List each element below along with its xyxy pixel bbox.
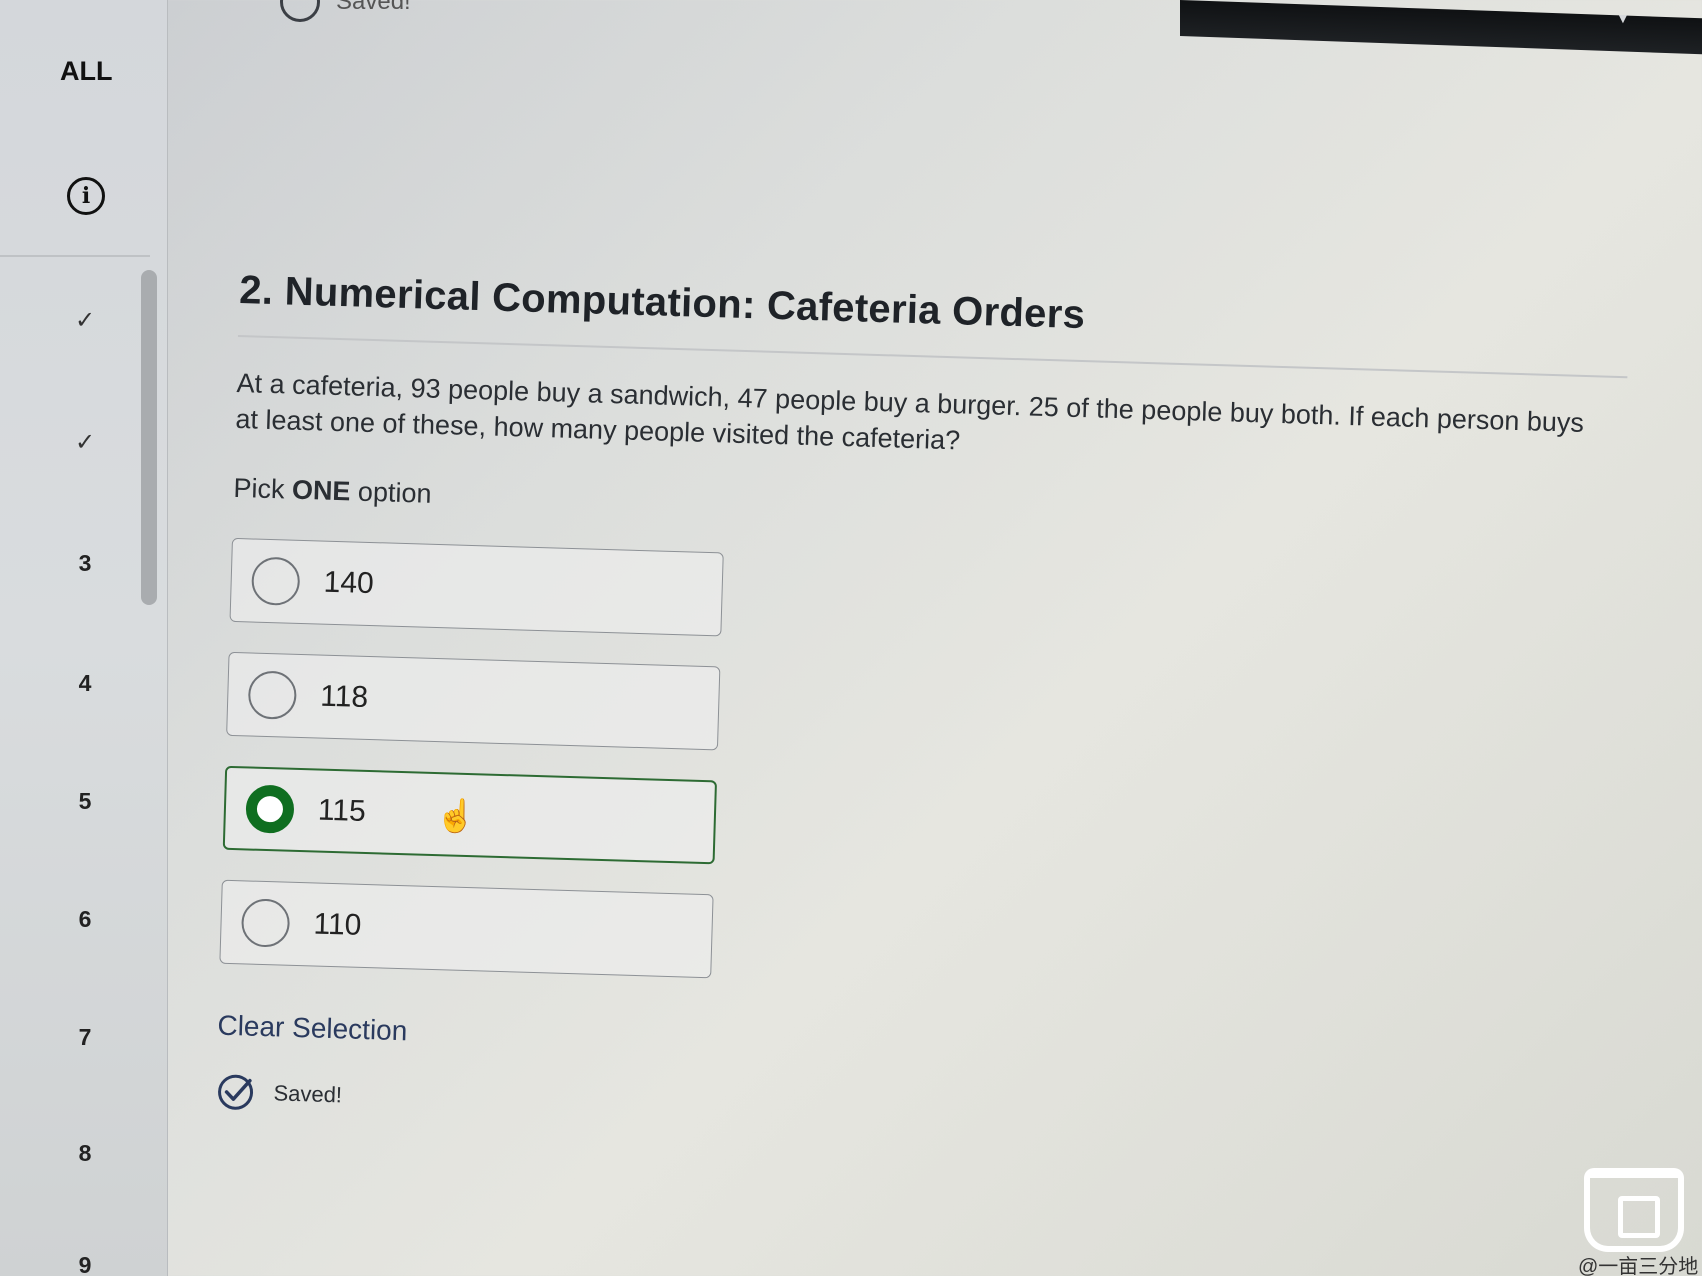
option-label: 115 (317, 793, 367, 828)
sidebar-item-8[interactable]: 8 (60, 1140, 110, 1167)
dropdown-arrow-icon[interactable]: ▼ (1616, 10, 1630, 26)
radio-icon[interactable] (240, 898, 291, 948)
option-label: 140 (323, 565, 375, 601)
sidebar-item-2[interactable]: ✓ (60, 428, 110, 457)
option-118[interactable]: 118 (226, 651, 721, 751)
sidebar-item-9[interactable]: 9 (60, 1252, 110, 1276)
monitor-top-edge (1180, 0, 1702, 55)
radio-selected-icon[interactable] (245, 784, 295, 834)
pick-prefix: Pick (233, 472, 293, 505)
option-label: 118 (319, 679, 369, 714)
sidebar-all[interactable]: ALL (60, 56, 112, 87)
sidebar-item-5[interactable]: 5 (60, 788, 110, 815)
sidebar-item-1[interactable]: ✓ (60, 306, 110, 335)
question-text: At a cafeteria, 93 people buy a sandwich… (235, 367, 1585, 456)
pick-one-bold: ONE (291, 474, 351, 507)
question-sidebar: ALL i ✓ ✓ 3 4 5 6 7 8 9 (0, 0, 168, 1276)
sidebar-item-6[interactable]: 6 (60, 906, 110, 933)
pick-instruction: Pick ONE option (233, 473, 1653, 546)
sidebar-item-4[interactable]: 4 (60, 670, 110, 697)
question-panel: 2. Numerical Computation: Cafeteria Orde… (210, 268, 1659, 1276)
hand-pointer-cursor-icon: ☝ (435, 797, 477, 835)
top-saved-status: Saved! (280, 0, 411, 22)
saved-label: Saved! (273, 1080, 343, 1108)
option-110[interactable]: 110 (219, 879, 714, 979)
radio-icon[interactable] (247, 670, 298, 720)
saved-check-icon (215, 1072, 256, 1113)
top-saved-label: Saved! (336, 0, 411, 15)
watermark-logo-icon (1584, 1168, 1684, 1252)
info-icon[interactable]: i (67, 177, 105, 215)
saved-check-icon (280, 0, 320, 22)
sidebar-scrollbar[interactable] (141, 270, 157, 605)
clear-selection-link[interactable]: Clear Selection (217, 1010, 408, 1048)
watermark-text: @一亩三分地 (1578, 1256, 1699, 1276)
sidebar-item-7[interactable]: 7 (60, 1024, 110, 1051)
radio-icon[interactable] (251, 556, 301, 606)
sidebar-item-3[interactable]: 3 (60, 550, 110, 577)
pick-suffix: option (350, 476, 432, 509)
answer-options: 140 118 115 ☝ 110 (219, 537, 1651, 1006)
option-140[interactable]: 140 (229, 537, 724, 637)
sidebar-divider (0, 255, 150, 257)
option-115[interactable]: 115 ☝ (222, 765, 718, 865)
saved-status: Saved! (215, 1072, 1636, 1154)
option-label: 110 (313, 907, 362, 942)
